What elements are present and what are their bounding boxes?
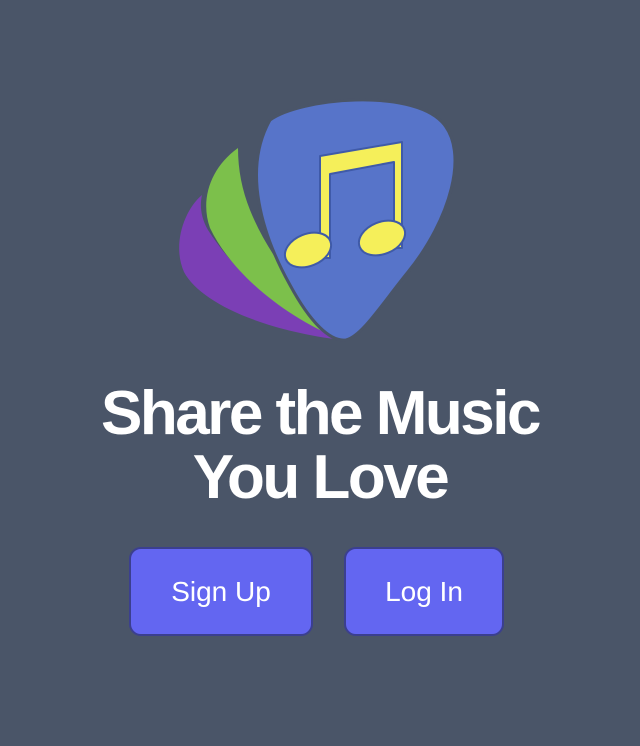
headline-line-2: You Love — [192, 443, 450, 512]
music-logo-icon — [170, 90, 470, 350]
page-headline: Share the Music You Love — [0, 382, 640, 510]
headline-line-1: Share the Music — [101, 379, 541, 448]
sign-up-button[interactable]: Sign Up — [129, 547, 313, 636]
log-in-button[interactable]: Log In — [344, 547, 504, 636]
